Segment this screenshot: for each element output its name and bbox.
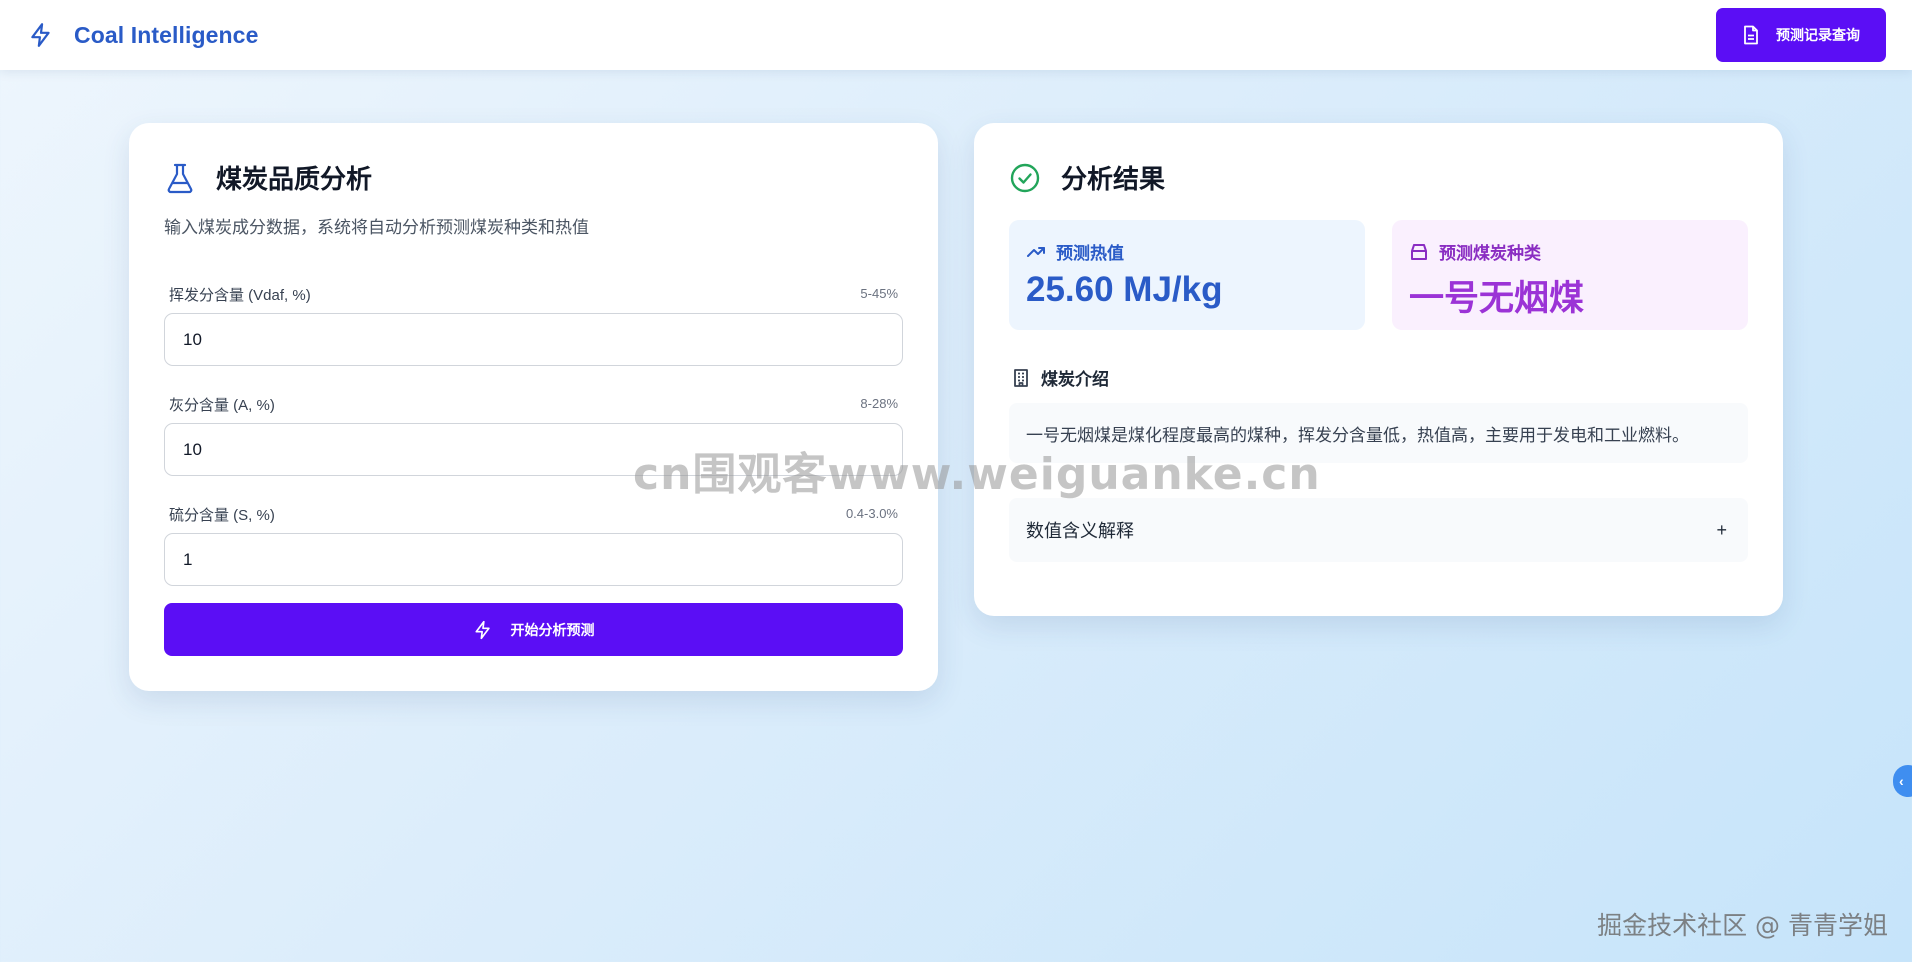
document-icon	[1742, 25, 1760, 45]
coal-type-label: 预测煤炭种类	[1439, 244, 1541, 263]
input-card-title: 煤炭品质分析	[216, 164, 373, 194]
coal-type-header: 预测煤炭种类	[1409, 239, 1541, 264]
brand-name: Coal Intelligence	[74, 21, 259, 48]
heat-value-header: 预测热值	[1026, 239, 1124, 264]
input-card-header: 煤炭品质分析	[164, 159, 372, 196]
flask-icon	[164, 162, 196, 194]
coal-intro-header: 煤炭介绍	[1011, 365, 1109, 390]
expand-plus-icon[interactable]: +	[1716, 520, 1727, 541]
watermark-center: cn围观客www.weiguanke.cn	[633, 449, 1321, 500]
brand[interactable]: Coal Intelligence	[28, 22, 258, 49]
check-circle-icon	[1009, 162, 1041, 194]
building-icon	[1011, 368, 1031, 388]
analysis-input-card: 煤炭品质分析 输入煤炭成分数据，系统将自动分析预测煤炭种类和热值 挥发分含量 (…	[129, 123, 938, 691]
history-query-button[interactable]: 预测记录查询	[1716, 8, 1886, 62]
value-explanation-label: 数值含义解释	[1026, 521, 1134, 541]
sulfur-input[interactable]	[164, 533, 903, 586]
result-card-header: 分析结果	[1009, 159, 1165, 196]
input-card-subtitle: 输入煤炭成分数据，系统将自动分析预测煤炭种类和热值	[164, 218, 589, 237]
start-analysis-button[interactable]: 开始分析预测	[164, 603, 903, 656]
volatile-field-label: 挥发分含量 (Vdaf, %)	[169, 287, 311, 304]
ash-field-range: 8-28%	[860, 396, 898, 411]
top-header: Coal Intelligence 预测记录查询	[0, 0, 1912, 70]
lightning-icon	[473, 619, 493, 641]
volatile-field-range: 5-45%	[860, 286, 898, 301]
box-icon	[1409, 242, 1429, 262]
trending-up-icon	[1026, 242, 1046, 262]
analysis-result-card: 分析结果 预测热值 25.60 MJ/kg 预测煤炭种类 一号无烟煤 煤炭介绍 …	[974, 123, 1783, 616]
value-explanation-accordion[interactable]: 数值含义解释 +	[1009, 498, 1748, 562]
result-card-title: 分析结果	[1061, 164, 1166, 194]
watermark-corner: 掘金技术社区 @ 青青学姐	[1597, 911, 1888, 940]
sulfur-field-label: 硫分含量 (S, %)	[169, 507, 275, 524]
history-query-label: 预测记录查询	[1776, 27, 1860, 43]
lightning-icon	[28, 22, 54, 48]
ash-field-label: 灰分含量 (A, %)	[169, 397, 275, 414]
heat-value-tile: 预测热值 25.60 MJ/kg	[1009, 220, 1365, 330]
coal-type-tile: 预测煤炭种类 一号无烟煤	[1392, 220, 1748, 330]
heat-value: 25.60 MJ/kg	[1026, 270, 1223, 309]
side-drawer-toggle[interactable]: ‹	[1893, 765, 1912, 797]
volatile-input[interactable]	[164, 313, 903, 366]
chevron-left-icon: ‹	[1899, 773, 1904, 789]
start-analysis-label: 开始分析预测	[510, 621, 595, 638]
heat-value-label: 预测热值	[1056, 244, 1124, 263]
coal-intro-title: 煤炭介绍	[1041, 370, 1109, 389]
coal-type-value: 一号无烟煤	[1409, 279, 1585, 318]
sulfur-field-range: 0.4-3.0%	[845, 506, 898, 521]
